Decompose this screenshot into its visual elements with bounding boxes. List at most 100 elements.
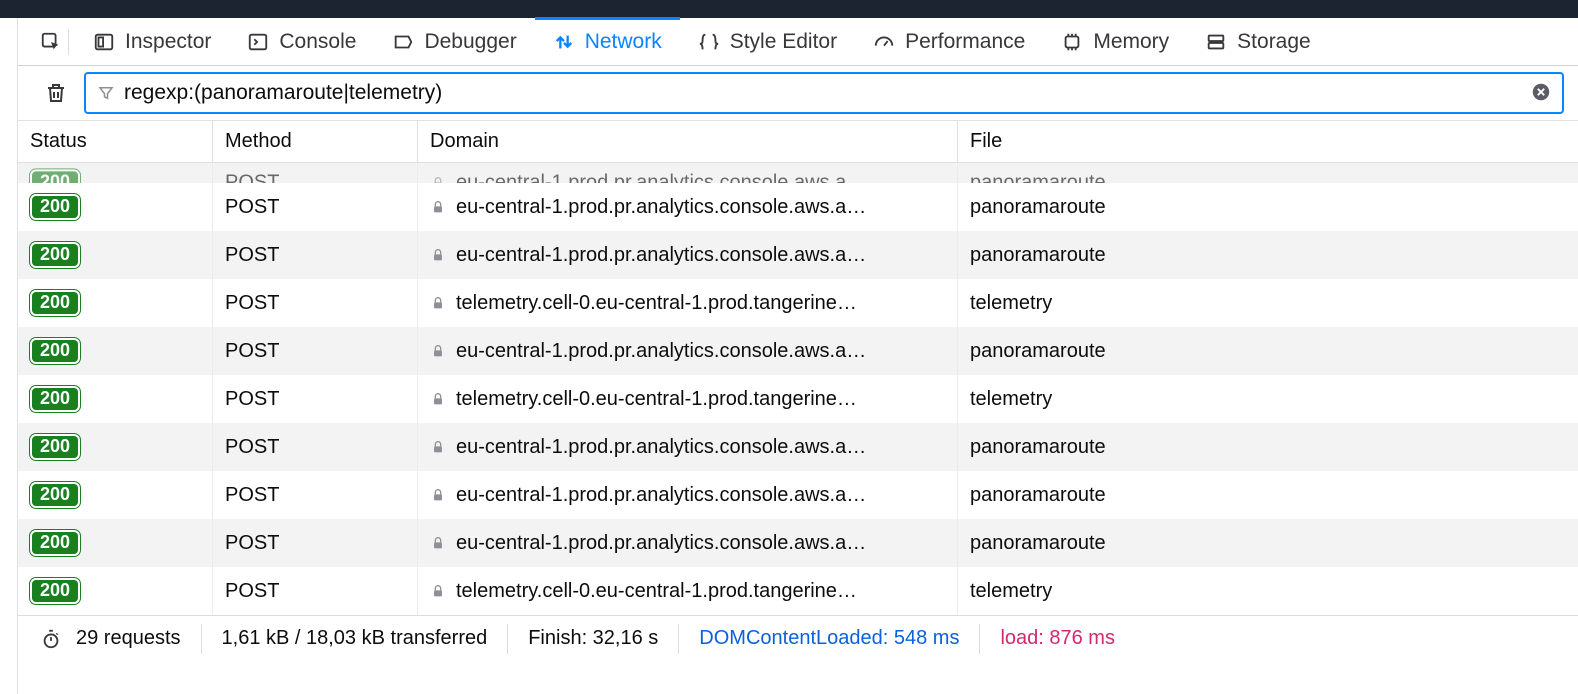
network-footer: 29 requests 1,61 kB / 18,03 kB transferr…	[18, 615, 1578, 661]
status-badge: 200	[30, 194, 80, 221]
filter-input[interactable]	[116, 81, 1530, 105]
tab-label: Debugger	[424, 30, 516, 54]
tab-label: Console	[279, 30, 356, 54]
cell-status: 200	[18, 519, 213, 567]
table-row[interactable]: 200 POSTeu-central-1.prod.pr.analytics.co…	[18, 327, 1578, 375]
footer-requests: 29 requests	[62, 624, 201, 654]
stopwatch-icon	[40, 628, 62, 650]
table-row[interactable]: 200 POSTeu-central-1.prod.pr.analytics.co…	[18, 231, 1578, 279]
cell-domain: eu-central-1.prod.pr.analytics.console.a…	[418, 183, 958, 231]
tab-console[interactable]: Console	[229, 18, 374, 65]
tab-inspector[interactable]: Inspector	[75, 18, 229, 65]
tab-label: Style Editor	[730, 30, 837, 54]
table-row[interactable]: 200 POSTeu-central-1.prod.pr.analytics.co…	[18, 163, 1578, 183]
cell-file: panoramaroute	[958, 519, 1578, 567]
tab-storage[interactable]: Storage	[1187, 18, 1329, 65]
tab-label: Memory	[1093, 30, 1169, 54]
cell-file: panoramaroute	[958, 327, 1578, 375]
tab-network[interactable]: Network	[535, 18, 680, 65]
table-header: Status Method Domain File	[18, 121, 1578, 163]
table-row[interactable]: 200POSTeu-central-1.prod.pr.analytics.co…	[18, 423, 1578, 471]
status-badge: 200	[30, 290, 80, 317]
cell-status: 200	[18, 471, 213, 519]
col-status[interactable]: Status	[18, 121, 213, 162]
cell-domain: telemetry.cell-0.eu-central-1.prod.tange…	[418, 567, 958, 615]
debugger-icon	[392, 31, 414, 53]
col-domain[interactable]: Domain	[418, 121, 958, 162]
console-icon	[247, 31, 269, 53]
element-picker-button[interactable]	[40, 31, 62, 53]
status-badge: 200	[30, 338, 80, 365]
table-row[interactable]: 200 POSTtelemetry.cell-0.eu-central-1.pro…	[18, 279, 1578, 327]
cell-file: panoramaroute	[958, 231, 1578, 279]
devtools-tabs: Inspector Console Debugger Network Style…	[18, 18, 1578, 66]
footer-finish: Finish: 32,16 s	[507, 624, 678, 654]
cell-method: POST	[213, 231, 418, 279]
cell-status: 200	[18, 327, 213, 375]
status-badge: 200	[30, 578, 80, 605]
clear-filter-button[interactable]	[1530, 81, 1554, 105]
cell-method: POST	[213, 163, 418, 183]
cell-status: 200	[18, 567, 213, 615]
table-row[interactable]: 200 POSTeu-central-1.prod.pr.analytics.co…	[18, 471, 1578, 519]
cell-status: 200	[18, 423, 213, 471]
cell-file: telemetry	[958, 567, 1578, 615]
inspector-icon	[93, 31, 115, 53]
cell-domain: eu-central-1.prod.pr.analytics.console.a…	[418, 471, 958, 519]
footer-domcontentloaded: DOMContentLoaded: 548 ms	[678, 624, 979, 654]
status-badge: 200	[30, 530, 80, 557]
table-row[interactable]: 200 POSTeu-central-1.prod.pr.analytics.co…	[18, 183, 1578, 231]
lock-icon	[430, 487, 446, 503]
memory-icon	[1061, 31, 1083, 53]
lock-icon	[430, 175, 446, 183]
tab-memory[interactable]: Memory	[1043, 18, 1187, 65]
footer-transferred: 1,61 kB / 18,03 kB transferred	[201, 624, 508, 654]
network-icon	[553, 31, 575, 53]
tab-debugger[interactable]: Debugger	[374, 18, 534, 65]
tab-label: Storage	[1237, 30, 1311, 54]
cell-domain: eu-central-1.prod.pr.analytics.console.a…	[418, 519, 958, 567]
tab-style-editor[interactable]: Style Editor	[680, 18, 855, 65]
table-row[interactable]: 200POSTeu-central-1.prod.pr.analytics.co…	[18, 519, 1578, 567]
lock-icon	[430, 535, 446, 551]
cell-domain: eu-central-1.prod.pr.analytics.console.a…	[418, 327, 958, 375]
cell-file: panoramaroute	[958, 183, 1578, 231]
lock-icon	[430, 391, 446, 407]
status-badge: 200	[30, 170, 80, 183]
lock-icon	[430, 583, 446, 599]
tab-label: Network	[585, 30, 662, 54]
lock-icon	[430, 247, 446, 263]
table-row[interactable]: 200POSTtelemetry.cell-0.eu-central-1.pro…	[18, 375, 1578, 423]
status-badge: 200	[30, 386, 80, 413]
tab-performance[interactable]: Performance	[855, 18, 1043, 65]
clear-requests-button[interactable]	[40, 77, 72, 109]
cell-method: POST	[213, 567, 418, 615]
cell-domain: telemetry.cell-0.eu-central-1.prod.tange…	[418, 279, 958, 327]
cell-domain: eu-central-1.prod.pr.analytics.console.a…	[418, 163, 958, 183]
lock-icon	[430, 295, 446, 311]
cell-method: POST	[213, 375, 418, 423]
performance-icon	[873, 31, 895, 53]
requests-table: Status Method Domain File 200POSTeu-cent…	[18, 120, 1578, 615]
cell-status: 200	[18, 163, 213, 183]
col-file[interactable]: File	[958, 121, 1578, 162]
cell-file: panoramaroute	[958, 423, 1578, 471]
cell-method: POST	[213, 327, 418, 375]
status-badge: 200	[30, 482, 80, 509]
tab-label: Performance	[905, 30, 1025, 54]
cell-method: POST	[213, 279, 418, 327]
status-badge: 200	[30, 242, 80, 269]
table-row[interactable]: 200 POSTtelemetry.cell-0.eu-central-1.pro…	[18, 567, 1578, 615]
cell-domain: eu-central-1.prod.pr.analytics.console.a…	[418, 423, 958, 471]
funnel-icon	[96, 83, 116, 103]
cell-status: 200	[18, 231, 213, 279]
cell-status: 200	[18, 279, 213, 327]
cell-file: panoramaroute	[958, 163, 1578, 183]
style-editor-icon	[698, 31, 720, 53]
col-method[interactable]: Method	[213, 121, 418, 162]
cell-status: 200	[18, 375, 213, 423]
cell-domain: eu-central-1.prod.pr.analytics.console.a…	[418, 231, 958, 279]
cell-method: POST	[213, 183, 418, 231]
cell-method: POST	[213, 471, 418, 519]
status-badge: 200	[30, 434, 80, 461]
